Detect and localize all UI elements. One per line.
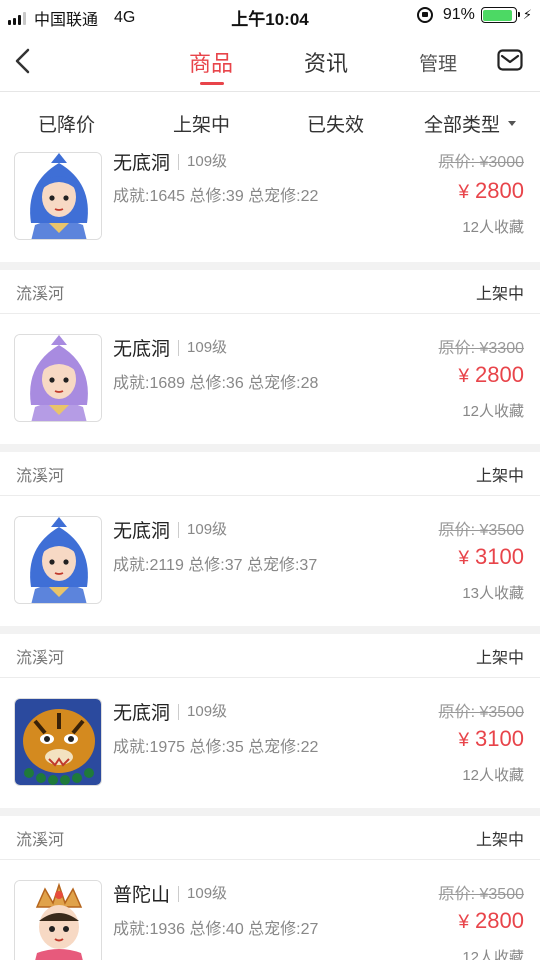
goods-card[interactable]: 流溪河 上架中 无底洞 109级 成就:2119 总修:37 总宠修:37 原价… <box>0 452 540 626</box>
filter-bar: 已降价 上架中 已失效 全部类型 <box>0 92 540 152</box>
purple-hair-character-icon <box>14 334 102 422</box>
original-price: 原价: ¥3500 <box>438 704 524 721</box>
card-body: 无底洞 109级 成就:1689 总修:36 总宠修:28 原价: ¥3300 … <box>0 314 540 444</box>
tab-news[interactable]: 资讯 <box>304 46 348 78</box>
status-bar: 中国联通 4G 上午10:04 91% ⚡ <box>0 0 540 30</box>
crowned-girl-character-icon <box>14 880 102 960</box>
stats-line: 成就:2119 总修:37 总宠修:37 <box>113 557 318 574</box>
school-name: 无底洞 <box>113 153 171 174</box>
filter-expired[interactable]: 已失效 <box>307 110 364 137</box>
battery-icon <box>480 7 520 23</box>
card-header: 流溪河 上架中 <box>0 270 540 314</box>
original-price: 原价: ¥3500 <box>438 886 524 903</box>
level-label: 109级 <box>178 153 227 170</box>
filter-all-types-label: 全部类型 <box>424 115 501 136</box>
stats-line: 成就:1975 总修:35 总宠修:22 <box>113 739 319 756</box>
battery-fill <box>483 9 512 21</box>
top-nav: 商品 资讯 管理 <box>0 30 540 92</box>
goods-card[interactable]: 流溪河 上架中 无底洞 109级 成就:1975 总修:35 总宠修:22 原价… <box>0 634 540 808</box>
name-line: 无底洞 109级 <box>113 516 227 543</box>
current-price: ¥2800 <box>458 362 524 388</box>
stats-line: 成就:1645 总修:39 总宠修:22 <box>113 188 319 205</box>
seller-name: 流溪河 <box>16 285 65 303</box>
price-value: 2800 <box>475 178 524 203</box>
seller-name: 流溪河 <box>16 831 65 849</box>
currency-symbol: ¥ <box>458 182 470 203</box>
name-line: 普陀山 109级 <box>113 880 227 907</box>
filter-price-dropped[interactable]: 已降价 <box>38 110 95 137</box>
original-price: 原价: ¥3300 <box>438 340 524 357</box>
currency-symbol: ¥ <box>458 366 470 387</box>
level-label: 109级 <box>178 885 227 902</box>
tiger-character-icon <box>14 698 102 786</box>
favorites-count: 12人收藏 <box>462 219 524 236</box>
goods-list-inner: 无底洞 109级 成就:1645 总修:39 总宠修:22 原价: ¥3000 … <box>0 152 540 960</box>
level-label: 109级 <box>178 339 227 356</box>
price-value: 2800 <box>475 908 524 933</box>
favorites-count: 12人收藏 <box>462 949 524 960</box>
card-body: 普陀山 109级 成就:1936 总修:40 总宠修:27 原价: ¥3500 … <box>0 860 540 960</box>
listing-status: 上架中 <box>475 285 524 303</box>
active-tab-indicator <box>200 82 224 85</box>
current-price: ¥2800 <box>458 178 524 204</box>
status-right: 91% ⚡ <box>416 6 532 24</box>
currency-symbol: ¥ <box>458 912 470 933</box>
level-label: 109级 <box>178 703 227 720</box>
name-line: 无底洞 109级 <box>113 152 227 175</box>
current-price: ¥2800 <box>458 908 524 934</box>
goods-card[interactable]: 无底洞 109级 成就:1645 总修:39 总宠修:22 原价: ¥3000 … <box>0 152 540 262</box>
favorites-count: 12人收藏 <box>462 403 524 420</box>
orientation-lock-icon <box>416 7 433 23</box>
stats-line: 成就:1936 总修:40 总宠修:27 <box>113 921 319 938</box>
card-body: 无底洞 109级 成就:1645 总修:39 总宠修:22 原价: ¥3000 … <box>0 152 540 262</box>
school-name: 无底洞 <box>113 703 171 724</box>
card-body: 无底洞 109级 成就:1975 总修:35 总宠修:22 原价: ¥3500 … <box>0 678 540 808</box>
listing-status: 上架中 <box>475 831 524 849</box>
price-value: 2800 <box>475 362 524 387</box>
school-name: 普陀山 <box>113 885 171 906</box>
name-line: 无底洞 109级 <box>113 698 227 725</box>
stats-line: 成就:1689 总修:36 总宠修:28 <box>113 375 319 392</box>
currency-symbol: ¥ <box>458 548 470 569</box>
back-icon[interactable] <box>12 46 36 76</box>
level-label: 109级 <box>178 521 227 538</box>
seller-name: 流溪河 <box>16 467 65 485</box>
original-price: 原价: ¥3000 <box>438 154 524 171</box>
card-header: 流溪河 上架中 <box>0 634 540 678</box>
seller-name: 流溪河 <box>16 649 65 667</box>
blue-hair-character-icon <box>14 516 102 604</box>
filter-on-sale[interactable]: 上架中 <box>173 110 230 137</box>
name-line: 无底洞 109级 <box>113 334 227 361</box>
favorites-count: 12人收藏 <box>462 767 524 784</box>
card-body: 无底洞 109级 成就:2119 总修:37 总宠修:37 原价: ¥3500 … <box>0 496 540 626</box>
goods-card[interactable]: 流溪河 上架中 普陀山 109级 成就:1936 总修:40 总宠修:27 原价… <box>0 816 540 960</box>
blue-hair-character-icon <box>14 152 102 240</box>
mail-icon[interactable] <box>497 49 523 71</box>
listing-status: 上架中 <box>475 467 524 485</box>
price-value: 3100 <box>475 544 524 569</box>
filter-all-types[interactable]: 全部类型 <box>424 110 517 137</box>
favorites-count: 13人收藏 <box>462 585 524 602</box>
goods-list: 无底洞 109级 成就:1645 总修:39 总宠修:22 原价: ¥3000 … <box>0 152 540 960</box>
tab-manage[interactable]: 管理 <box>419 49 457 76</box>
current-price: ¥3100 <box>458 544 524 570</box>
dropdown-caret-icon <box>508 121 517 127</box>
school-name: 无底洞 <box>113 521 171 542</box>
listing-status: 上架中 <box>475 649 524 667</box>
tab-goods[interactable]: 商品 <box>189 46 233 78</box>
price-value: 3100 <box>475 726 524 751</box>
card-header: 流溪河 上架中 <box>0 452 540 496</box>
current-price: ¥3100 <box>458 726 524 752</box>
battery-percent: 91% <box>442 6 475 23</box>
currency-symbol: ¥ <box>458 730 470 751</box>
charging-icon: ⚡ <box>522 7 532 22</box>
original-price: 原价: ¥3500 <box>438 522 524 539</box>
school-name: 无底洞 <box>113 339 171 360</box>
goods-card[interactable]: 流溪河 上架中 无底洞 109级 成就:1689 总修:36 总宠修:28 原价… <box>0 270 540 444</box>
card-header: 流溪河 上架中 <box>0 816 540 860</box>
